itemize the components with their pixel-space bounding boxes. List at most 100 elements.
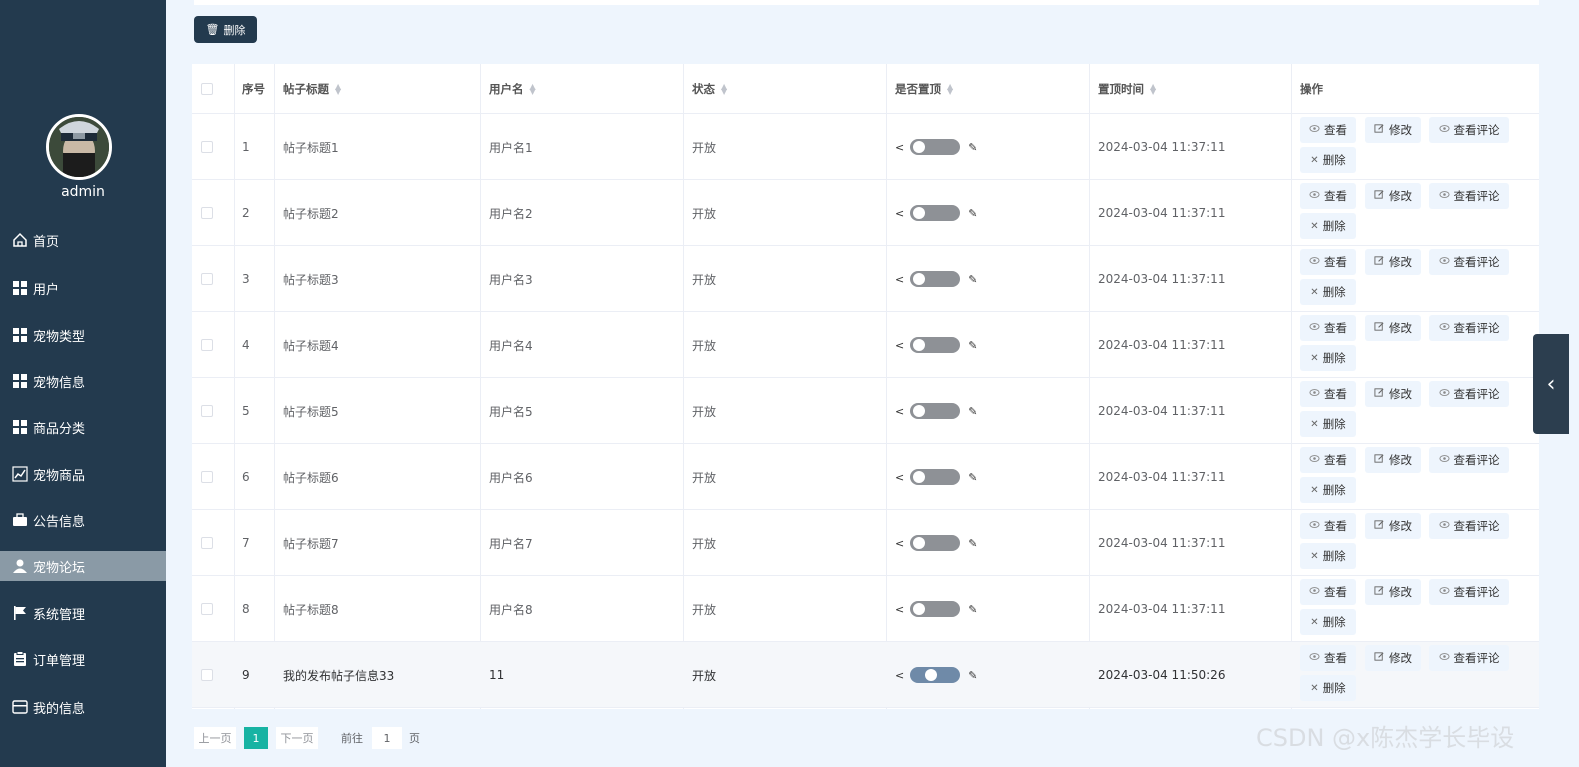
row-checkbox[interactable] <box>201 603 213 615</box>
pencil-icon[interactable]: ✎ <box>968 537 977 550</box>
sidebar-item-2[interactable]: 宠物类型 <box>0 320 166 350</box>
share-icon[interactable]: < <box>895 669 904 682</box>
sort-icon[interactable]: ▲ ▼ <box>947 83 953 96</box>
sidebar-item-10[interactable]: 我的信息 <box>0 692 166 722</box>
view-comments-button[interactable]: 查看评论 <box>1429 381 1509 407</box>
select-all-checkbox[interactable] <box>201 83 213 95</box>
pin-toggle[interactable] <box>910 601 961 617</box>
view-comments-button[interactable]: 查看评论 <box>1429 513 1509 539</box>
header-pin-time[interactable]: 置顶时间 ▲ ▼ <box>1098 64 1156 114</box>
view-button[interactable]: 查看 <box>1300 447 1356 473</box>
pin-toggle[interactable] <box>910 667 961 683</box>
edit-button[interactable]: 修改 <box>1365 381 1421 407</box>
share-icon[interactable]: < <box>895 339 904 352</box>
sort-icon[interactable]: ▲ ▼ <box>335 83 341 96</box>
pin-toggle[interactable] <box>910 337 961 353</box>
sidebar-item-5[interactable]: 宠物商品 <box>0 459 166 489</box>
edit-button[interactable]: 修改 <box>1365 183 1421 209</box>
view-button[interactable]: 查看 <box>1300 513 1356 539</box>
pin-toggle[interactable] <box>910 205 961 221</box>
avatar[interactable] <box>46 114 112 180</box>
view-button[interactable]: 查看 <box>1300 183 1356 209</box>
header-status[interactable]: 状态 ▲ ▼ <box>692 64 727 114</box>
header-pinned[interactable]: 是否置顶 ▲ ▼ <box>895 64 953 114</box>
header-username[interactable]: 用户名 ▲ ▼ <box>489 64 536 114</box>
view-comments-button[interactable]: 查看评论 <box>1429 447 1509 473</box>
row-checkbox[interactable] <box>201 141 213 153</box>
pencil-icon[interactable]: ✎ <box>968 207 977 220</box>
view-comments-button[interactable]: 查看评论 <box>1429 645 1509 671</box>
goto-page-input[interactable]: 1 <box>372 727 402 749</box>
prev-page-button[interactable]: 上一页 <box>194 727 236 749</box>
delete-button[interactable]: ✕ 删除 <box>1300 147 1356 173</box>
delete-button[interactable]: ✕ 删除 <box>1300 675 1356 701</box>
edit-button[interactable]: 修改 <box>1365 645 1421 671</box>
view-button[interactable]: 查看 <box>1300 381 1356 407</box>
sidebar-item-3[interactable]: 宠物信息 <box>0 366 166 396</box>
share-icon[interactable]: < <box>895 207 904 220</box>
pencil-icon[interactable]: ✎ <box>968 405 977 418</box>
pin-toggle[interactable] <box>910 403 961 419</box>
next-page-button[interactable]: 下一页 <box>276 727 318 749</box>
row-checkbox[interactable] <box>201 537 213 549</box>
view-comments-button[interactable]: 查看评论 <box>1429 579 1509 605</box>
sidebar-item-1[interactable]: 用户 <box>0 273 166 303</box>
edit-button[interactable]: 修改 <box>1365 513 1421 539</box>
row-checkbox[interactable] <box>201 273 213 285</box>
view-button[interactable]: 查看 <box>1300 315 1356 341</box>
collapse-panel-button[interactable]: ‹ <box>1533 334 1569 434</box>
sort-icon[interactable]: ▲ ▼ <box>1150 83 1156 96</box>
edit-button[interactable]: 修改 <box>1365 117 1421 143</box>
pin-toggle[interactable] <box>910 469 961 485</box>
row-checkbox[interactable] <box>201 207 213 219</box>
pencil-icon[interactable]: ✎ <box>968 339 977 352</box>
pin-toggle[interactable] <box>910 139 961 155</box>
delete-button[interactable]: ✕ 删除 <box>1300 213 1356 239</box>
view-button[interactable]: 查看 <box>1300 645 1356 671</box>
delete-button[interactable]: ✕ 删除 <box>1300 279 1356 305</box>
sidebar-item-8[interactable]: 系统管理 <box>0 598 166 628</box>
pencil-icon[interactable]: ✎ <box>968 669 977 682</box>
row-checkbox[interactable] <box>201 471 213 483</box>
share-icon[interactable]: < <box>895 471 904 484</box>
pencil-icon[interactable]: ✎ <box>968 141 977 154</box>
sidebar-item-0[interactable]: 首页 <box>0 225 166 255</box>
edit-button[interactable]: 修改 <box>1365 315 1421 341</box>
pencil-icon[interactable]: ✎ <box>968 603 977 616</box>
view-comments-button[interactable]: 查看评论 <box>1429 315 1509 341</box>
sort-icon[interactable]: ▲ ▼ <box>530 83 536 96</box>
delete-button[interactable]: ✕ 删除 <box>1300 411 1356 437</box>
delete-button[interactable]: ✕ 删除 <box>1300 609 1356 635</box>
sidebar-item-4[interactable]: 商品分类 <box>0 412 166 442</box>
pin-toggle[interactable] <box>910 535 961 551</box>
row-checkbox[interactable] <box>201 405 213 417</box>
view-button[interactable]: 查看 <box>1300 579 1356 605</box>
sort-icon[interactable]: ▲ ▼ <box>721 83 727 96</box>
view-comments-button[interactable]: 查看评论 <box>1429 117 1509 143</box>
row-checkbox[interactable] <box>201 339 213 351</box>
edit-button[interactable]: 修改 <box>1365 447 1421 473</box>
sidebar-item-6[interactable]: 公告信息 <box>0 505 166 535</box>
pencil-icon[interactable]: ✎ <box>968 273 977 286</box>
view-comments-button[interactable]: 查看评论 <box>1429 183 1509 209</box>
view-button[interactable]: 查看 <box>1300 117 1356 143</box>
view-button[interactable]: 查看 <box>1300 249 1356 275</box>
page-1-button[interactable]: 1 <box>244 727 268 749</box>
share-icon[interactable]: < <box>895 141 904 154</box>
share-icon[interactable]: < <box>895 537 904 550</box>
share-icon[interactable]: < <box>895 603 904 616</box>
pin-toggle[interactable] <box>910 271 961 287</box>
delete-button[interactable]: ✕ 删除 <box>1300 345 1356 371</box>
delete-button[interactable]: ✕ 删除 <box>1300 543 1356 569</box>
edit-button[interactable]: 修改 <box>1365 249 1421 275</box>
share-icon[interactable]: < <box>895 273 904 286</box>
sidebar-item-9[interactable]: 订单管理 <box>0 644 166 674</box>
header-title[interactable]: 帖子标题 ▲ ▼ <box>283 64 341 114</box>
delete-button[interactable]: ✕ 删除 <box>1300 477 1356 503</box>
view-comments-button[interactable]: 查看评论 <box>1429 249 1509 275</box>
sidebar-item-7[interactable]: 宠物论坛 <box>0 551 166 581</box>
row-checkbox[interactable] <box>201 669 213 681</box>
edit-button[interactable]: 修改 <box>1365 579 1421 605</box>
batch-delete-button[interactable]: 🗑 删除 <box>194 16 257 43</box>
pencil-icon[interactable]: ✎ <box>968 471 977 484</box>
